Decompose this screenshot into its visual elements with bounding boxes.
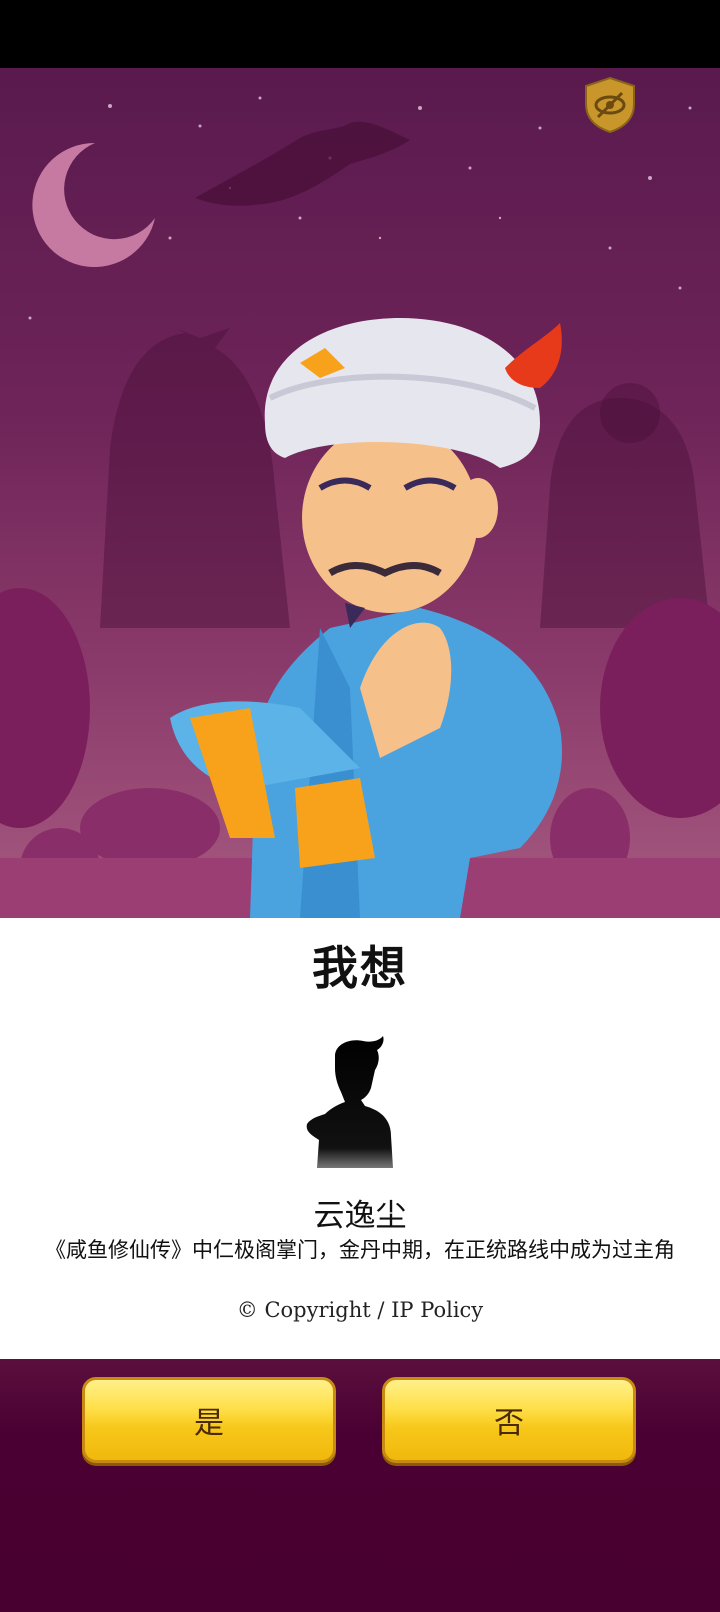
answer-panel: 是 否 bbox=[0, 1359, 720, 1612]
copyright-line: © Copyright / IP Policy bbox=[0, 1298, 720, 1322]
footer-separator: / bbox=[370, 1298, 392, 1322]
eye-slash-shield-icon bbox=[585, 76, 635, 134]
character-name: 云逸尘 bbox=[313, 1198, 407, 1234]
genie-scene bbox=[0, 68, 720, 918]
status-bar bbox=[0, 0, 720, 68]
character-silhouette-icon bbox=[306, 1036, 393, 1168]
genie-illustration bbox=[0, 96, 720, 918]
copyright-link[interactable]: © Copyright bbox=[237, 1298, 371, 1322]
character-description: 《咸鱼修仙传》中仁极阁掌门，金丹中期，在正统路线中成为过主角 bbox=[45, 1238, 675, 1262]
ip-policy-link[interactable]: IP Policy bbox=[391, 1298, 483, 1322]
guess-title: 我想 bbox=[312, 941, 408, 995]
no-button[interactable]: 否 bbox=[382, 1377, 636, 1463]
privacy-toggle-button[interactable] bbox=[584, 76, 636, 134]
yes-button[interactable]: 是 bbox=[82, 1377, 336, 1463]
guess-card: 我想 云逸尘 《咸鱼修仙传》中仁极阁掌门，金丹中期，在正统路线中成为过主角 © … bbox=[0, 918, 720, 1359]
